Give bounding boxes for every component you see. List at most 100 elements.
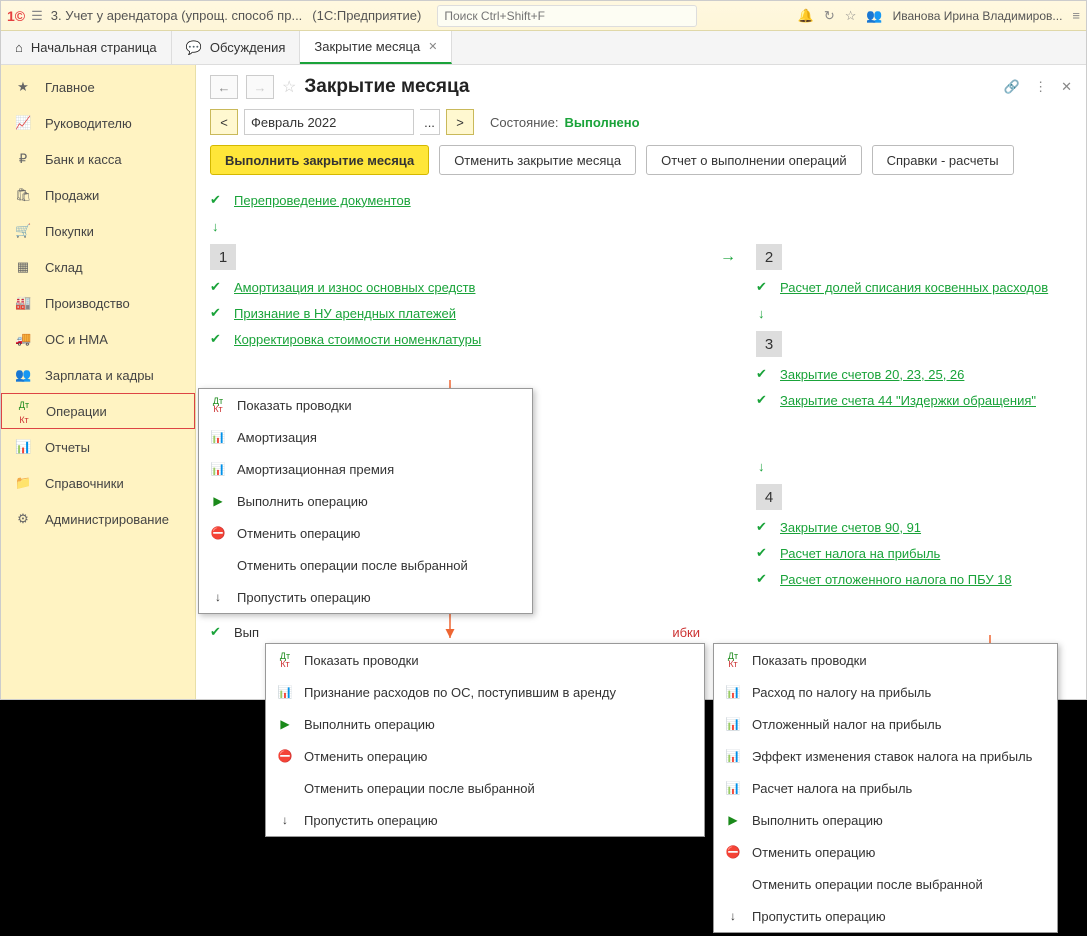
sidebar-item-main[interactable]: ★Главное <box>1 69 195 105</box>
sb-label: Покупки <box>45 224 94 239</box>
ctx-rate-effect[interactable]: 📊Эффект изменения ставок налога на прибы… <box>714 740 1057 772</box>
period-field[interactable]: Февраль 2022 <box>244 109 414 135</box>
op-link[interactable]: Перепроведение документов <box>234 193 411 208</box>
ctx-show-entries[interactable]: ДтКтПоказать проводки <box>199 389 532 421</box>
sidebar-item-catalogs[interactable]: 📁Справочники <box>1 465 195 501</box>
ctx-cancel-after[interactable]: Отменить операции после выбранной <box>266 772 704 804</box>
ctx-skip[interactable]: ↓Пропустить операцию <box>199 581 532 613</box>
op-indirect[interactable]: ✔Расчет долей списания косвенных расходо… <box>756 274 1086 300</box>
op-link[interactable]: Расчет отложенного налога по ПБУ 18 <box>780 572 1012 587</box>
close-icon[interactable]: ✕ <box>428 40 437 53</box>
sb-label: Операции <box>46 404 107 419</box>
op-lease[interactable]: ✔Признание в НУ арендных платежей <box>210 300 700 326</box>
cancel-icon: ⛔ <box>209 526 227 540</box>
op-profit-tax[interactable]: ✔Расчет налога на прибыль <box>756 540 1086 566</box>
op-cost[interactable]: ✔Корректировка стоимости номенклатуры <box>210 326 700 352</box>
op-link[interactable]: Закрытие счета 44 "Издержки обращения" <box>780 393 1036 408</box>
op-link[interactable]: Корректировка стоимости номенклатуры <box>234 332 481 347</box>
user-icon[interactable]: 👥 <box>866 8 882 24</box>
logo-1c: 1© <box>7 8 25 24</box>
check-icon: ✔ <box>210 624 224 640</box>
ctx-label: Отменить операцию <box>237 526 360 541</box>
ctx-amort[interactable]: 📊Амортизация <box>199 421 532 453</box>
menu-icon[interactable]: ≡ <box>1072 8 1080 23</box>
bell-icon[interactable]: 🔔 <box>798 8 814 24</box>
link-icon[interactable]: 🔗 <box>1004 79 1020 95</box>
ctx-cancel[interactable]: ⛔Отменить операцию <box>714 836 1057 868</box>
op-link[interactable]: Амортизация и износ основных средств <box>234 280 475 295</box>
ctx-skip[interactable]: ↓Пропустить операцию <box>714 900 1057 932</box>
ctx-amort-prem[interactable]: 📊Амортизационная премия <box>199 453 532 485</box>
ctx-label: Отменить операции после выбранной <box>237 558 468 573</box>
op-amort[interactable]: ✔Амортизация и износ основных средств <box>210 274 700 300</box>
close-page-icon[interactable]: ✕ <box>1061 79 1072 95</box>
operations-report-button[interactable]: Отчет о выполнении операций <box>646 145 862 175</box>
period-row: < Февраль 2022 ... > Состояние: Выполнен… <box>196 109 1086 145</box>
ctx-cancel[interactable]: ⛔ Отменить операцию <box>199 517 532 549</box>
ctx-execute[interactable]: ▶Выполнить операцию <box>199 485 532 517</box>
ctx-tax-expense[interactable]: 📊Расход по налогу на прибыль <box>714 676 1057 708</box>
ctx-lease-expenses[interactable]: 📊Признание расходов по ОС, поступившим в… <box>266 676 704 708</box>
hamburger-icon[interactable]: ☰ <box>31 8 43 24</box>
sidebar-item-reports[interactable]: 📊Отчеты <box>1 429 195 465</box>
sidebar-item-manager[interactable]: 📈 Руководителю <box>1 105 195 141</box>
tab-discussions[interactable]: 💬 Обсуждения <box>172 31 301 64</box>
sidebar-item-operations[interactable]: ДтКтОперации <box>1 393 195 429</box>
ctx-calc-tax[interactable]: 📊Расчет налога на прибыль <box>714 772 1057 804</box>
search-input[interactable] <box>437 5 697 27</box>
favorite-icon[interactable]: ☆ <box>282 77 296 97</box>
execute-icon: ▶ <box>724 813 742 827</box>
sidebar-item-assets[interactable]: 🚚ОС и НМА <box>1 321 195 357</box>
sb-label: ОС и НМА <box>45 332 108 347</box>
ctx-label: Показать проводки <box>237 398 352 413</box>
sidebar-item-payroll[interactable]: 👥Зарплата и кадры <box>1 357 195 393</box>
ctx-label: Эффект изменения ставок налога на прибыл… <box>752 749 1032 764</box>
gear-icon: ⚙ <box>15 511 31 527</box>
ctx-show-entries[interactable]: ДтКтПоказать проводки <box>266 644 704 676</box>
cancel-closing-button[interactable]: Отменить закрытие месяца <box>439 145 636 175</box>
home-icon: ⌂ <box>15 40 23 55</box>
ruble-icon: ₽ <box>15 151 31 167</box>
op-link[interactable]: Закрытие счетов 90, 91 <box>780 520 921 535</box>
ctx-execute[interactable]: ▶Выполнить операцию <box>266 708 704 740</box>
ctx-cancel-after[interactable]: Отменить операции после выбранной <box>199 549 532 581</box>
ctx-cancel-after[interactable]: Отменить операции после выбранной <box>714 868 1057 900</box>
sidebar-item-sales[interactable]: 🛍Продажи <box>1 177 195 213</box>
op-deferred[interactable]: ✔Расчет отложенного налога по ПБУ 18 <box>756 566 1086 592</box>
nav-forward-button[interactable]: → <box>246 75 274 99</box>
star-icon[interactable]: ☆ <box>845 8 857 24</box>
tab-home[interactable]: ⌂ Начальная страница <box>1 31 172 64</box>
ctx-skip[interactable]: ↓Пропустить операцию <box>266 804 704 836</box>
ctx-execute[interactable]: ▶Выполнить операцию <box>714 804 1057 836</box>
sidebar-item-purchases[interactable]: 🛒Покупки <box>1 213 195 249</box>
user-name[interactable]: Иванова Ирина Владимиров... <box>893 9 1063 23</box>
ctx-cancel[interactable]: ⛔Отменить операцию <box>266 740 704 772</box>
op-link[interactable]: Признание в НУ арендных платежей <box>234 306 456 321</box>
more-icon[interactable]: ⋮ <box>1034 79 1047 95</box>
chart-icon: 📈 <box>15 115 31 131</box>
op-repost[interactable]: ✔Перепроведение документов <box>210 187 1072 213</box>
references-button[interactable]: Справки - расчеты <box>872 145 1014 175</box>
execute-closing-button[interactable]: Выполнить закрытие месяца <box>210 145 429 175</box>
op-link[interactable]: Закрытие счетов 20, 23, 25, 26 <box>780 367 964 382</box>
period-prev-button[interactable]: < <box>210 109 238 135</box>
sidebar-item-admin[interactable]: ⚙Администрирование <box>1 501 195 537</box>
period-next-button[interactable]: > <box>446 109 474 135</box>
sb-label: Руководителю <box>45 116 132 131</box>
period-picker-button[interactable]: ... <box>420 109 440 135</box>
ctx-show-entries[interactable]: ДтКтПоказать проводки <box>714 644 1057 676</box>
sidebar-item-production[interactable]: 🏭Производство <box>1 285 195 321</box>
folder-icon: 📁 <box>15 475 31 491</box>
boxes-icon: ▦ <box>15 259 31 275</box>
op-link[interactable]: Расчет налога на прибыль <box>780 546 940 561</box>
tab-closing[interactable]: Закрытие месяца ✕ <box>300 31 452 64</box>
sidebar-item-bank[interactable]: ₽Банк и касса <box>1 141 195 177</box>
op-close44[interactable]: ✔Закрытие счета 44 "Издержки обращения" <box>756 387 1086 413</box>
op-close90[interactable]: ✔Закрытие счетов 90, 91 <box>756 514 1086 540</box>
op-close20[interactable]: ✔Закрытие счетов 20, 23, 25, 26 <box>756 361 1086 387</box>
op-link[interactable]: Расчет долей списания косвенных расходов <box>780 280 1048 295</box>
ctx-deferred-tax[interactable]: 📊Отложенный налог на прибыль <box>714 708 1057 740</box>
history-icon[interactable]: ↻ <box>824 8 835 24</box>
nav-back-button[interactable]: ← <box>210 75 238 99</box>
sidebar-item-warehouse[interactable]: ▦Склад <box>1 249 195 285</box>
